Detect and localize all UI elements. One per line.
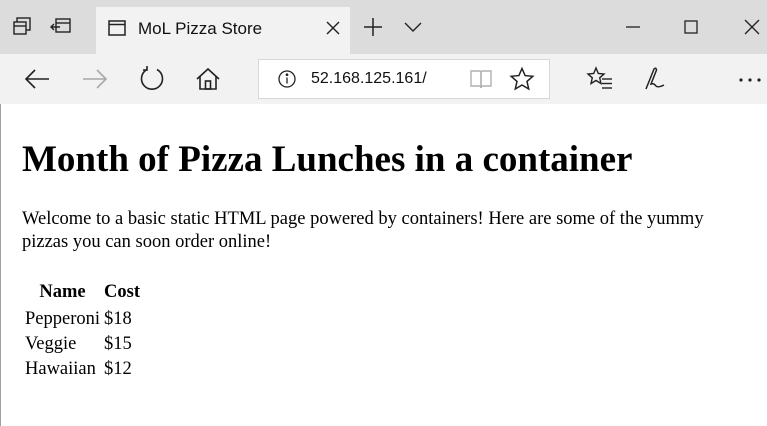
- info-icon[interactable]: [277, 69, 297, 89]
- tab-mol-pizza-store[interactable]: MoL Pizza Store: [96, 7, 350, 54]
- back-arrow-icon[interactable]: [22, 64, 52, 94]
- url-text[interactable]: 52.168.125.161/: [311, 70, 427, 88]
- pizza-cost-cell: $12: [104, 359, 132, 379]
- favorites-list-icon[interactable]: [585, 64, 615, 94]
- tab-bar: MoL Pizza Store: [0, 0, 767, 54]
- close-tab-icon[interactable]: [320, 15, 346, 41]
- page-content: Month of Pizza Lunches in a container We…: [0, 104, 767, 426]
- tab-title: MoL Pizza Store: [138, 19, 263, 38]
- page-title: Month of Pizza Lunches in a container: [22, 139, 633, 180]
- column-header-name: Name: [39, 282, 86, 302]
- more-icon[interactable]: [735, 64, 765, 94]
- address-bar[interactable]: 52.168.125.161/: [258, 59, 550, 99]
- pizza-name-cell: Hawaiian: [25, 359, 96, 379]
- intro-paragraph: Welcome to a basic static HTML page powe…: [22, 209, 704, 252]
- set-aside-tabs-icon[interactable]: [9, 11, 35, 41]
- page-icon: [108, 20, 126, 36]
- home-icon[interactable]: [193, 64, 223, 94]
- chevron-down-icon[interactable]: [402, 14, 424, 40]
- new-tab-plus-icon[interactable]: [360, 14, 386, 40]
- navigation-bar: 52.168.125.161/: [0, 54, 767, 104]
- book-icon[interactable]: [469, 68, 493, 90]
- pizza-table: Name Cost Pepperoni $18 Veggie $15 Hawai…: [23, 282, 142, 384]
- forward-arrow-icon[interactable]: [80, 64, 110, 94]
- pen-icon[interactable]: [640, 64, 670, 94]
- restore-tabs-icon[interactable]: [48, 11, 74, 41]
- table-header-row: Name Cost: [23, 282, 142, 309]
- pizza-cost-cell: $15: [104, 334, 132, 354]
- pizza-name-cell: Pepperoni: [25, 309, 101, 329]
- close-window-icon[interactable]: [739, 14, 765, 40]
- maximize-icon[interactable]: [678, 14, 704, 40]
- minimize-icon[interactable]: [620, 14, 646, 40]
- table-row: Hawaiian $12: [23, 359, 142, 384]
- browser-window: MoL Pizza Store 52.168.125.161/ Month of…: [0, 0, 767, 426]
- pizza-name-cell: Veggie: [25, 334, 77, 354]
- pizza-cost-cell: $18: [104, 309, 132, 329]
- table-row: Veggie $15: [23, 334, 142, 359]
- column-header-cost: Cost: [104, 282, 140, 302]
- star-icon[interactable]: [509, 66, 535, 92]
- table-row: Pepperoni $18: [23, 309, 142, 334]
- refresh-icon[interactable]: [137, 64, 167, 94]
